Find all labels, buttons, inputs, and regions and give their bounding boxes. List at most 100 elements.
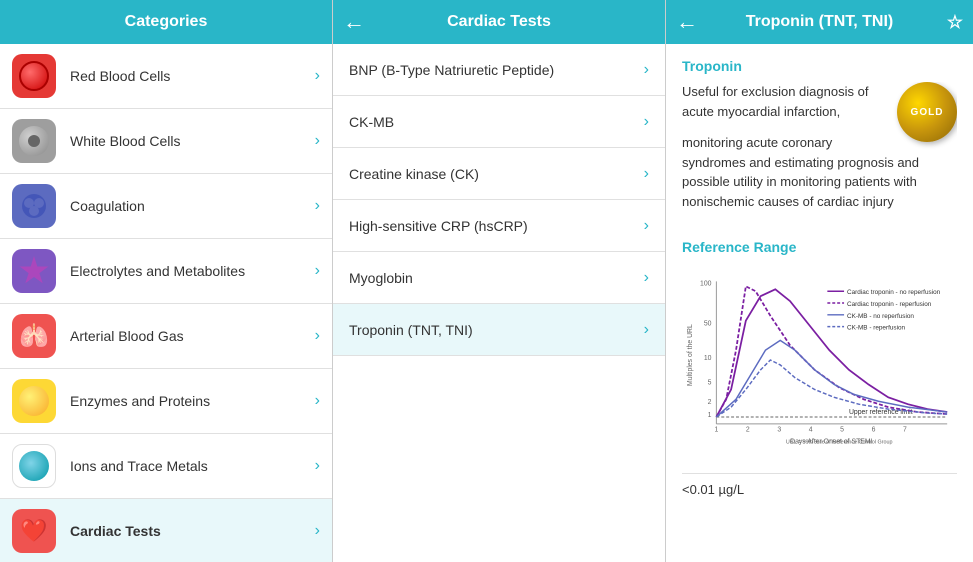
categories-title: Categories	[125, 13, 208, 31]
svg-text:6: 6	[872, 427, 876, 434]
detail-star-button[interactable]: ☆	[947, 12, 963, 33]
category-item-ions[interactable]: Ions and Trace Metals ›	[0, 434, 332, 499]
category-label-enzyme: Enzymes and Proteins	[70, 393, 315, 409]
svg-text:URL = 99th %ile of Reference C: URL = 99th %ile of Reference Control Gro…	[786, 439, 893, 445]
wbc-shape	[19, 126, 49, 156]
category-item-electro[interactable]: Electrolytes and Metabolites ›	[0, 239, 332, 304]
svg-text:CK-MB - reperfusion: CK-MB - reperfusion	[847, 325, 906, 332]
rbc-shape	[19, 61, 49, 91]
test-list: BNP (B-Type Natriuretic Peptide) › CK-MB…	[333, 44, 665, 562]
electro-star-shape	[19, 256, 49, 286]
coag-icon	[12, 184, 56, 228]
test-item-ck[interactable]: Creatine kinase (CK) ›	[333, 148, 665, 200]
svg-text:Cardiac troponin - reperfusion: Cardiac troponin - reperfusion	[847, 301, 932, 308]
cardiac-heart-shape: ❤️	[20, 518, 47, 544]
detail-header: ← Troponin (TNT, TNI) ☆	[666, 0, 973, 44]
chevron-icon-electro: ›	[315, 262, 320, 280]
cardiac-tests-title: Cardiac Tests	[447, 13, 551, 31]
cardiac-tests-panel: ← Cardiac Tests BNP (B-Type Natriuretic …	[333, 0, 666, 562]
category-label-ions: Ions and Trace Metals	[70, 458, 315, 474]
category-label-abg: Arterial Blood Gas	[70, 328, 315, 344]
category-item-enzyme[interactable]: Enzymes and Proteins ›	[0, 369, 332, 434]
ions-shape	[19, 451, 49, 481]
svg-text:1: 1	[708, 412, 712, 419]
categories-panel: Categories Red Blood Cells › White Blood…	[0, 0, 333, 562]
cardiac-back-button[interactable]: ←	[343, 9, 365, 35]
chart-svg: 100 50 10 5 2 1 Multiples of the URL Upp…	[682, 265, 957, 455]
test-label-myoglobin: Myoglobin	[349, 270, 644, 286]
chevron-icon-ck: ›	[644, 165, 649, 183]
category-item-coag[interactable]: Coagulation ›	[0, 174, 332, 239]
chevron-icon-ckmb: ›	[644, 113, 649, 131]
cardiac-tests-header: ← Cardiac Tests	[333, 0, 665, 44]
troponin-desc2: monitoring acute coronary syndromes and …	[682, 133, 957, 211]
lung-icon-shape: 🫁	[19, 322, 49, 351]
chevron-icon-enzyme: ›	[315, 392, 320, 410]
detail-back-button[interactable]: ←	[676, 9, 698, 35]
abg-icon: 🫁	[12, 314, 56, 358]
svg-text:1: 1	[714, 427, 718, 434]
wbc-icon-bg	[12, 119, 56, 163]
svg-text:Multiples of the URL: Multiples of the URL	[687, 324, 694, 386]
category-label-electro: Electrolytes and Metabolites	[70, 263, 315, 279]
svg-text:Cardiac troponin - no reperfus: Cardiac troponin - no reperfusion	[847, 289, 941, 296]
category-label-coag: Coagulation	[70, 198, 315, 214]
svg-text:2: 2	[746, 427, 750, 434]
detail-content: Troponin GOLD Useful for exclusion diagn…	[666, 44, 973, 562]
reference-chart: 100 50 10 5 2 1 Multiples of the URL Upp…	[682, 265, 957, 465]
detail-title: Troponin (TNT, TNI)	[746, 13, 894, 31]
troponin-section-title: Troponin	[682, 58, 957, 74]
chevron-icon-bnp: ›	[644, 61, 649, 79]
category-item-wbc[interactable]: White Blood Cells ›	[0, 109, 332, 174]
test-item-troponin[interactable]: Troponin (TNT, TNI) ›	[333, 304, 665, 356]
electro-icon	[12, 249, 56, 293]
test-label-ck: Creatine kinase (CK)	[349, 166, 644, 182]
reference-section: Reference Range 100 50 10 5 2 1 Multiple…	[682, 239, 957, 497]
svg-text:5: 5	[708, 380, 712, 387]
svg-text:50: 50	[704, 321, 712, 328]
chevron-icon-wbc: ›	[315, 132, 320, 150]
category-item-abg[interactable]: 🫁 Arterial Blood Gas ›	[0, 304, 332, 369]
category-list: Red Blood Cells › White Blood Cells › Co…	[0, 44, 332, 562]
test-item-ckmb[interactable]: CK-MB ›	[333, 96, 665, 148]
svg-text:4: 4	[809, 427, 813, 434]
chevron-icon-hscrp: ›	[644, 217, 649, 235]
category-label-cardiac: Cardiac Tests	[70, 523, 315, 539]
enzyme-circle-shape	[19, 386, 49, 416]
category-label-wbc: White Blood Cells	[70, 133, 315, 149]
chevron-icon-abg: ›	[315, 327, 320, 345]
chevron-icon-cardiac: ›	[315, 522, 320, 540]
test-label-hscrp: High-sensitive CRP (hsCRP)	[349, 218, 644, 234]
enzyme-icon	[12, 379, 56, 423]
test-item-hscrp[interactable]: High-sensitive CRP (hsCRP) ›	[333, 200, 665, 252]
chevron-icon-troponin: ›	[644, 321, 649, 339]
detail-panel: ← Troponin (TNT, TNI) ☆ Troponin GOLD Us…	[666, 0, 973, 562]
cardiac-icon: ❤️	[12, 509, 56, 553]
svg-text:10: 10	[704, 355, 712, 362]
troponin-intro-block: GOLD Useful for exclusion diagnosis of a…	[682, 82, 957, 223]
ions-icon	[12, 444, 56, 488]
test-item-bnp[interactable]: BNP (B-Type Natriuretic Peptide) ›	[333, 44, 665, 96]
category-label-rbc: Red Blood Cells	[70, 68, 315, 84]
svg-text:2: 2	[708, 399, 712, 406]
test-item-myoglobin[interactable]: Myoglobin ›	[333, 252, 665, 304]
coag-svg	[19, 191, 49, 221]
chevron-icon-myoglobin: ›	[644, 269, 649, 287]
svg-text:100: 100	[700, 280, 712, 287]
reference-title: Reference Range	[682, 239, 957, 255]
chevron-icon-rbc: ›	[315, 67, 320, 85]
test-label-troponin: Troponin (TNT, TNI)	[349, 322, 644, 338]
category-item-cardiac[interactable]: ❤️ Cardiac Tests ›	[0, 499, 332, 562]
category-item-rbc[interactable]: Red Blood Cells ›	[0, 44, 332, 109]
test-label-bnp: BNP (B-Type Natriuretic Peptide)	[349, 62, 644, 78]
chevron-icon-ions: ›	[315, 457, 320, 475]
gold-badge: GOLD	[897, 82, 957, 142]
svg-text:5: 5	[840, 427, 844, 434]
svg-text:CK-MB - no reperfusion: CK-MB - no reperfusion	[847, 313, 914, 320]
chevron-icon-coag: ›	[315, 197, 320, 215]
svg-text:3: 3	[777, 427, 781, 434]
reference-value: <0.01 µg/L	[682, 473, 957, 497]
rbc-icon	[12, 54, 56, 98]
svg-text:7: 7	[903, 427, 907, 434]
test-label-ckmb: CK-MB	[349, 114, 644, 130]
